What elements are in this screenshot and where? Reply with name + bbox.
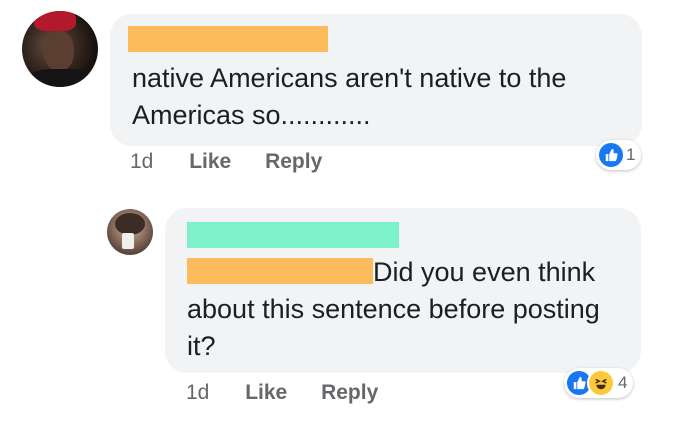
reply-text: Did you even think about this sentence b… bbox=[187, 254, 627, 365]
reply-time[interactable]: 1d bbox=[186, 381, 209, 404]
like-icon bbox=[599, 143, 623, 167]
reply-actions: 1d Like Reply bbox=[186, 381, 378, 405]
replier-avatar[interactable] bbox=[107, 209, 153, 255]
reply-button[interactable]: Reply bbox=[321, 381, 378, 404]
mention-spacer bbox=[187, 280, 373, 281]
reaction-summary[interactable]: 4 bbox=[564, 368, 634, 398]
reply-text-content: Did you even think about this sentence b… bbox=[187, 257, 600, 361]
redacted-name bbox=[128, 26, 328, 52]
face bbox=[44, 31, 74, 71]
red-cap bbox=[34, 11, 76, 31]
comment-bubble: native Americans aren't native to the Am… bbox=[110, 14, 642, 146]
like-button[interactable]: Like bbox=[189, 150, 231, 173]
phone bbox=[122, 233, 134, 249]
reaction-summary[interactable]: 1 bbox=[596, 140, 642, 170]
shoulder bbox=[24, 69, 98, 87]
reply-bubble: Did you even think about this sentence b… bbox=[165, 208, 641, 373]
reply-button[interactable]: Reply bbox=[265, 150, 322, 173]
hair bbox=[115, 213, 145, 235]
haha-icon bbox=[587, 369, 615, 397]
redacted-name bbox=[187, 222, 399, 248]
comment-time[interactable]: 1d bbox=[130, 150, 153, 173]
comment-text: native Americans aren't native to the Am… bbox=[132, 63, 567, 130]
reaction-count: 1 bbox=[626, 145, 636, 164]
commenter-avatar[interactable] bbox=[22, 11, 98, 87]
reaction-count: 4 bbox=[618, 373, 628, 392]
comment-actions: 1d Like Reply bbox=[130, 150, 322, 174]
like-button[interactable]: Like bbox=[245, 381, 287, 404]
